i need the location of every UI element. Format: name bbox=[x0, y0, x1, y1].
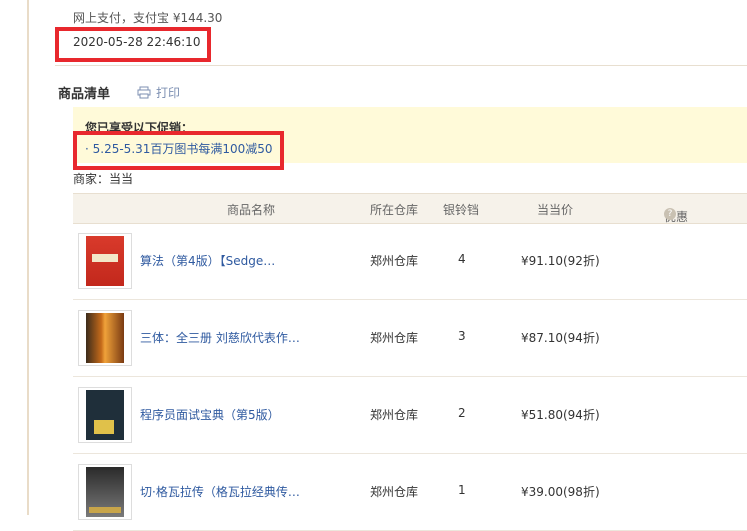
table-row: 三体：全三册 刘慈欣代表作… 郑州仓库 3 ¥87.10(94折) bbox=[73, 299, 747, 377]
header-points: 银铃铛 bbox=[443, 203, 480, 217]
warehouse-cell: 郑州仓库 bbox=[370, 254, 419, 268]
product-thumbnail[interactable] bbox=[78, 310, 132, 366]
print-button[interactable]: 打印 bbox=[137, 84, 180, 101]
table-row: 算法（第4版）【Sedge… 郑州仓库 4 ¥91.10(92折) bbox=[73, 222, 747, 300]
header-price: 当当价 bbox=[537, 203, 574, 217]
help-icon[interactable]: ? bbox=[664, 208, 676, 220]
book-cover-image bbox=[86, 236, 124, 286]
warehouse-cell: 郑州仓库 bbox=[370, 485, 419, 499]
seller-label: 商家：当当 bbox=[73, 172, 134, 186]
product-thumbnail[interactable] bbox=[78, 387, 132, 443]
product-thumbnail[interactable] bbox=[78, 233, 132, 289]
book-cover-image bbox=[86, 390, 124, 440]
print-label: 打印 bbox=[156, 86, 181, 100]
product-title-link[interactable]: 程序员面试宝典（第5版） bbox=[140, 406, 280, 423]
highlight-box-time bbox=[55, 27, 211, 62]
header-warehouse: 所在仓库 bbox=[370, 203, 419, 217]
points-cell: 3 bbox=[458, 329, 466, 343]
table-row: 切·格瓦拉传（格瓦拉经典传… 郑州仓库 1 ¥39.00(98折) bbox=[73, 453, 747, 531]
warehouse-cell: 郑州仓库 bbox=[370, 331, 419, 345]
highlight-box-promotion bbox=[73, 131, 284, 170]
price-cell: ¥91.10(92折) bbox=[521, 254, 600, 268]
price-cell: ¥51.80(94折) bbox=[521, 408, 600, 422]
product-title-link[interactable]: 三体：全三册 刘慈欣代表作… bbox=[140, 329, 300, 346]
table-header: 商品名称 所在仓库 银铃铛 当当价 优惠? bbox=[73, 193, 747, 224]
printer-icon bbox=[137, 86, 151, 99]
table-row: 程序员面试宝典（第5版） 郑州仓库 2 ¥51.80(94折) bbox=[73, 376, 747, 454]
book-cover-image bbox=[86, 467, 124, 517]
price-cell: ¥87.10(94折) bbox=[521, 331, 600, 345]
product-thumbnail[interactable] bbox=[78, 464, 132, 520]
points-cell: 4 bbox=[458, 252, 466, 266]
points-cell: 1 bbox=[458, 483, 466, 497]
product-title-link[interactable]: 切·格瓦拉传（格瓦拉经典传… bbox=[140, 483, 300, 500]
left-border bbox=[27, 0, 29, 515]
payment-info: 网上支付，支付宝 ¥144.30 bbox=[73, 11, 223, 25]
product-title-link[interactable]: 算法（第4版）【Sedge… bbox=[140, 252, 275, 269]
header-name: 商品名称 bbox=[227, 203, 276, 217]
divider bbox=[55, 65, 747, 66]
items-section-title: 商品清单 bbox=[58, 87, 111, 102]
price-cell: ¥39.00(98折) bbox=[521, 485, 600, 499]
warehouse-cell: 郑州仓库 bbox=[370, 408, 419, 422]
points-cell: 2 bbox=[458, 406, 466, 420]
book-cover-image bbox=[86, 313, 124, 363]
